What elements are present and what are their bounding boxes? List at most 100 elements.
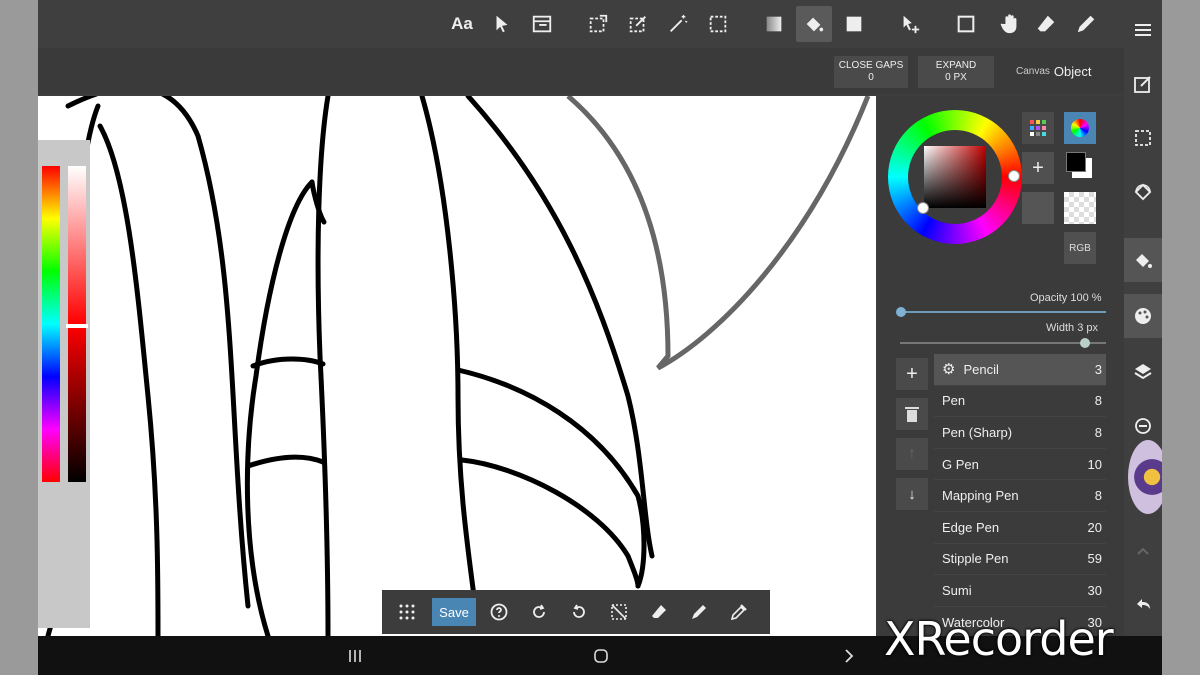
width-slider-thumb[interactable]	[1080, 338, 1090, 348]
selection-button[interactable]	[1124, 116, 1162, 160]
tool-options-bar: CLOSE GAPS 0 EXPAND 0 PX Canvas Object	[38, 48, 1124, 94]
brush-item-edge-pen[interactable]: Edge Pen 20	[934, 512, 1106, 544]
opacity-label: Opacity 100 %	[1030, 292, 1102, 304]
transform-icon[interactable]	[580, 6, 616, 42]
current-color-swatch[interactable]	[1064, 152, 1096, 184]
plus-icon: +	[906, 362, 918, 385]
edit-icon	[1134, 76, 1151, 93]
deselect-button[interactable]	[604, 598, 634, 626]
eraser-icon	[652, 605, 666, 618]
hue-saturation-bars[interactable]	[38, 140, 90, 628]
app-window: Aa CLOSE GAPS 0 EXPAND 0 PX Canvas Objec…	[38, 0, 1162, 675]
eyedropper-button[interactable]	[724, 598, 754, 626]
eyedropper-icon	[730, 604, 747, 621]
up-arrow-icon	[1137, 547, 1149, 555]
home-button[interactable]	[586, 644, 616, 668]
gradient-icon[interactable]	[756, 6, 792, 42]
selection-icon	[1135, 130, 1151, 146]
grid-menu-button[interactable]	[392, 598, 422, 626]
back-button[interactable]	[834, 644, 864, 668]
saturation-value-square[interactable]	[924, 146, 986, 208]
eraser-icon[interactable]	[1028, 6, 1064, 42]
hand-icon[interactable]	[992, 6, 1028, 42]
transparent-color-swatch[interactable]	[1064, 192, 1096, 224]
close-gaps-option[interactable]: CLOSE GAPS 0	[834, 56, 908, 88]
rotate-left-icon	[573, 604, 585, 618]
help-button[interactable]	[484, 598, 514, 626]
fill-bucket-icon[interactable]	[796, 6, 832, 42]
rotate-right-button[interactable]	[524, 598, 554, 626]
edit-selection-icon[interactable]	[620, 6, 656, 42]
fill-bucket-icon	[1136, 254, 1152, 268]
shape-fill-icon[interactable]	[836, 6, 872, 42]
drawing-canvas[interactable]	[38, 96, 876, 636]
text-tool-button[interactable]: Aa	[444, 6, 480, 42]
color-brush-panel: + RGB Opacity 100 % Width 3 px + ↑ ↓ ⚙ P…	[878, 96, 1124, 639]
line-art-drawing	[45, 96, 871, 636]
palette-grid-button[interactable]	[1022, 112, 1054, 144]
brush-item-pen-sharp[interactable]: Pen (Sharp) 8	[934, 417, 1106, 449]
eraser-quick-button[interactable]	[644, 598, 674, 626]
color-wheel-mode-button[interactable]	[1064, 112, 1096, 144]
rgb-mode-button[interactable]: RGB	[1064, 232, 1096, 264]
value-marker[interactable]	[66, 324, 88, 328]
trash-icon	[905, 407, 919, 422]
rotate-canvas-button[interactable]	[1124, 170, 1162, 214]
selection-rect-icon[interactable]	[700, 6, 736, 42]
layers-icon	[1134, 364, 1152, 380]
redo-disabled-button[interactable]	[1124, 530, 1162, 574]
delete-brush-button[interactable]	[896, 398, 928, 430]
filter-icon[interactable]	[524, 6, 560, 42]
move-down-brush-button[interactable]: ↓	[896, 478, 928, 510]
color-wheel[interactable]	[888, 110, 1022, 244]
recent-color-swatch[interactable]	[1022, 192, 1054, 224]
brush-item-g-pen[interactable]: G Pen 10	[934, 449, 1106, 481]
add-color-button[interactable]: +	[1022, 152, 1054, 184]
brush-list: ⚙ Pencil 3 Pen 8 Pen (Sharp) 8 G Pen 10 Mapp…	[934, 354, 1106, 639]
home-icon	[594, 649, 608, 663]
undo-button[interactable]	[1124, 582, 1162, 626]
arrow-down-icon: ↓	[908, 485, 916, 503]
square-shape-icon[interactable]	[948, 6, 984, 42]
fill-button[interactable]	[1124, 238, 1162, 282]
recent-apps-button[interactable]	[340, 644, 370, 668]
gear-icon[interactable]: ⚙	[942, 360, 955, 378]
right-rail	[1124, 0, 1162, 636]
sv-knob[interactable]	[917, 202, 929, 214]
save-button[interactable]: Save	[432, 598, 476, 626]
avatar[interactable]	[1128, 440, 1162, 514]
bottom-toolbar: Save	[382, 590, 770, 634]
pen-quick-button[interactable]	[684, 598, 714, 626]
more-circle-icon	[1135, 418, 1151, 434]
hue-knob[interactable]	[1008, 170, 1020, 182]
move-icon[interactable]	[892, 6, 928, 42]
edit-button[interactable]	[1124, 62, 1162, 106]
menu-button[interactable]	[1124, 8, 1162, 52]
help-icon	[490, 603, 508, 621]
undo-icon	[1137, 599, 1150, 609]
recorder-watermark: XRecorder	[884, 612, 1114, 666]
width-slider[interactable]	[900, 342, 1106, 344]
opacity-slider-thumb[interactable]	[896, 307, 906, 317]
brush-item-sumi[interactable]: Sumi 30	[934, 575, 1106, 607]
expand-option[interactable]: EXPAND 0 PX	[918, 56, 994, 88]
hue-bar[interactable]	[42, 166, 60, 482]
layers-button[interactable]	[1124, 350, 1162, 394]
add-brush-button[interactable]: +	[896, 358, 928, 390]
move-up-brush-button[interactable]: ↑	[896, 438, 928, 470]
rotate-right-icon	[533, 604, 545, 618]
opacity-slider[interactable]	[900, 311, 1106, 313]
brush-item-pencil[interactable]: ⚙ Pencil 3	[934, 354, 1106, 386]
palette-icon	[1135, 308, 1151, 324]
pen-icon[interactable]	[1068, 6, 1104, 42]
select-arrow-icon[interactable]	[484, 6, 520, 42]
magic-wand-icon[interactable]	[660, 6, 696, 42]
chevron-right-icon	[845, 649, 854, 663]
color-palette-button[interactable]	[1124, 294, 1162, 338]
rotate-left-button[interactable]	[564, 598, 594, 626]
brush-item-pen[interactable]: Pen 8	[934, 386, 1106, 418]
pen-icon	[692, 605, 706, 619]
brush-item-stipple-pen[interactable]: Stipple Pen 59	[934, 544, 1106, 576]
brush-item-mapping-pen[interactable]: Mapping Pen 8	[934, 480, 1106, 512]
fill-mode-toggle[interactable]: Canvas Object	[1016, 64, 1091, 79]
